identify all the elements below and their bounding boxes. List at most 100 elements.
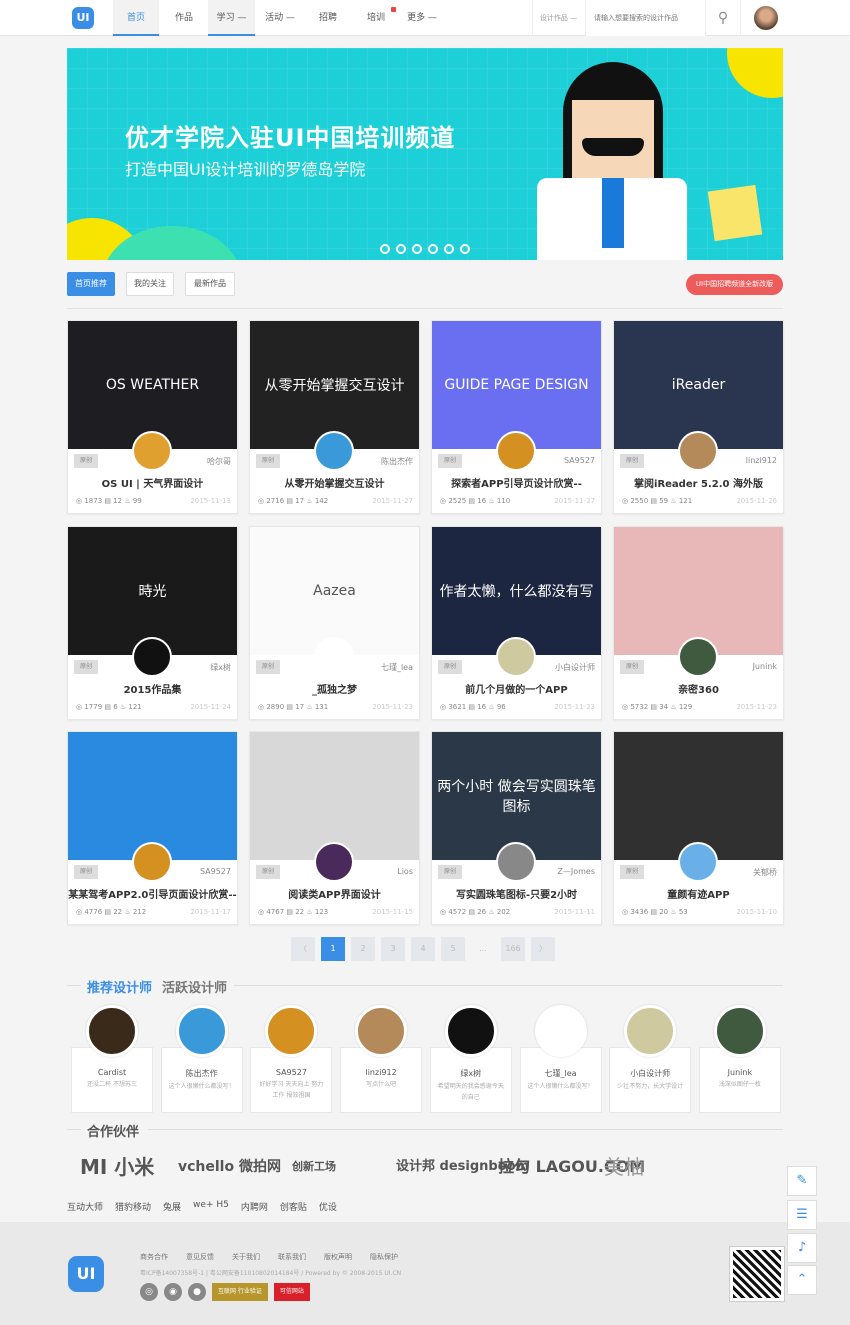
bell-icon[interactable]: ♪ (787, 1233, 817, 1263)
work-title[interactable]: 阅读类APP界面设计 (250, 886, 419, 901)
page-button[interactable]: 5 (441, 937, 465, 961)
designer-avatar[interactable] (444, 1005, 497, 1057)
author-avatar[interactable] (314, 636, 354, 677)
author-name[interactable]: 绿x树 (210, 662, 231, 673)
designer-avatar[interactable] (86, 1005, 138, 1057)
partner-logo-innovation-works[interactable]: 创新工场 (292, 1150, 336, 1184)
partner-logo-meiyou[interactable]: 美柚 (604, 1150, 644, 1184)
slide-dot[interactable] (428, 244, 438, 254)
qq-icon[interactable]: ● (188, 1283, 206, 1301)
work-title[interactable]: 写实圆珠笔图标-只要2小时 (432, 886, 601, 901)
edit-icon[interactable]: ✎ (787, 1166, 817, 1196)
work-thumbnail[interactable] (68, 732, 237, 860)
friend-link[interactable]: 猎豹移动 (115, 1200, 151, 1213)
friend-link[interactable]: 内聘网 (241, 1200, 268, 1213)
work-card[interactable]: 原创 SA9527 某某驾考APP2.0引导页面设计欣赏-- ◎ 4776 ▤ 22 … (67, 731, 238, 925)
footer-link[interactable]: 商务合作 (140, 1252, 168, 1262)
author-avatar[interactable] (314, 431, 354, 471)
trusted-site-badge[interactable]: 可信网站 (273, 1283, 310, 1301)
tab-recommended[interactable]: 首页推荐 (67, 272, 115, 296)
work-card[interactable]: OS WEATHER 原创 哈尔哥 OS UI | 天气界面设计 ◎ 1873 ▤ 12… (67, 320, 238, 514)
footer-link[interactable]: 意见反馈 (186, 1252, 214, 1262)
slide-dot[interactable] (412, 244, 422, 254)
search-input[interactable] (585, 0, 705, 36)
work-title[interactable]: 探索者APP引导页设计欣赏-- (432, 475, 601, 490)
nav-works[interactable]: 作品 (162, 0, 206, 36)
work-thumbnail[interactable]: 時光 (68, 526, 237, 655)
designer-avatar[interactable] (265, 1005, 318, 1057)
author-avatar[interactable] (132, 431, 172, 471)
work-thumbnail[interactable]: Aazea (250, 526, 419, 655)
designer-name[interactable]: Cardist (72, 1068, 152, 1077)
nav-jobs[interactable]: 招聘 (310, 0, 346, 36)
tab-latest[interactable]: 最新作品 (185, 272, 235, 296)
author-name[interactable]: Junink (753, 662, 777, 671)
weibo-icon[interactable]: ◉ (164, 1283, 182, 1301)
friend-link[interactable]: 创客贴 (280, 1200, 307, 1213)
page-button[interactable]: 3 (381, 937, 405, 961)
designer-avatar[interactable] (534, 1005, 587, 1057)
work-thumbnail[interactable]: GUIDE PAGE DESIGN (432, 321, 601, 449)
tab-active-designers[interactable]: 活跃设计师 (162, 977, 227, 996)
nav-more[interactable]: 更多 — (400, 0, 444, 36)
author-avatar[interactable] (496, 636, 536, 677)
nav-events[interactable]: 活动 — (258, 0, 302, 36)
author-avatar[interactable] (496, 431, 536, 471)
work-card[interactable]: Aazea 原创 七瑾_lea _孤独之梦 ◎ 2890 ▤ 17 ♨ 131 2015-… (249, 525, 420, 720)
work-thumbnail[interactable]: 两个小时 做会写实圆珠笔图标 (432, 732, 601, 860)
slide-dot[interactable] (460, 244, 470, 254)
work-card[interactable]: 原创 Lios 阅读类APP界面设计 ◎ 4767 ▤ 22 ♨ 123 2015-11… (249, 731, 420, 925)
author-avatar[interactable] (496, 842, 536, 882)
designer-name[interactable]: 陈出杰作 (162, 1068, 242, 1079)
designer-name[interactable]: 七瑾_lea (521, 1068, 601, 1079)
designer-name[interactable]: linzi912 (341, 1068, 421, 1077)
work-title[interactable]: 掌阅iReader 5.2.0 海外版 (614, 475, 783, 490)
search-button[interactable]: ⚲ (705, 0, 741, 36)
author-name[interactable]: 哈尔哥 (207, 456, 231, 467)
nav-training[interactable]: 培训 (358, 0, 396, 36)
footer-link[interactable]: 隐私保护 (370, 1252, 398, 1262)
work-card[interactable]: 時光 原创 绿x树 2015作品集 ◎ 1779 ▤ 6 ♨ 121 2015-11-24 (67, 525, 238, 720)
slide-dot[interactable] (396, 244, 406, 254)
author-name[interactable]: SA9527 (200, 867, 231, 876)
work-thumbnail[interactable]: 作者太懒，什么都没有写 (432, 526, 601, 655)
slide-dot[interactable] (380, 244, 390, 254)
site-logo[interactable]: UI (72, 7, 94, 29)
author-name[interactable]: 关郁桥 (753, 867, 777, 878)
industry-verify-badge[interactable]: 互联网 行业验证 (212, 1283, 268, 1301)
hero-banner[interactable]: 优才学院入驻UI中国培训频道 打造中国UI设计培训的罗德岛学院 (67, 48, 783, 260)
work-thumbnail[interactable]: OS WEATHER (68, 321, 237, 449)
author-avatar[interactable] (678, 431, 718, 471)
work-title[interactable]: 亲密360 (614, 681, 783, 696)
slide-dot[interactable] (444, 244, 454, 254)
promo-button[interactable]: UI中国招聘频道全新改版 (686, 274, 783, 295)
work-card[interactable]: GUIDE PAGE DESIGN 原创 SA9527 探索者APP引导页设计欣赏--… (431, 320, 602, 514)
work-card[interactable]: 从零开始掌握交互设计 原创 陈出杰作 从零开始掌握交互设计 ◎ 2716 ▤ 17 ♨ … (249, 320, 420, 514)
footer-link[interactable]: 版权声明 (324, 1252, 352, 1262)
designer-name[interactable]: Junink (700, 1068, 780, 1077)
partner-logo-vchello[interactable]: vchello 微拍网 (178, 1150, 281, 1184)
author-name[interactable]: Z—Jomes (557, 867, 595, 876)
page-button[interactable]: 〉 (531, 937, 555, 961)
friend-link[interactable]: we+ H5 (193, 1200, 229, 1213)
designer-name[interactable]: 绿x树 (431, 1068, 511, 1079)
user-avatar[interactable] (754, 6, 778, 30)
author-avatar[interactable] (314, 842, 354, 882)
tab-recommended-designers[interactable]: 推荐设计师 (87, 977, 152, 996)
page-button[interactable]: 166 (501, 937, 525, 961)
page-button[interactable]: 1 (321, 937, 345, 961)
designer-avatar[interactable] (624, 1005, 677, 1057)
work-card[interactable]: 作者太懒，什么都没有写 原创 小白设计师 前几个月做的一个APP ◎ 3621 ▤ 16… (431, 525, 602, 720)
author-name[interactable]: Lios (397, 867, 413, 876)
feedback-icon[interactable]: ☰ (787, 1200, 817, 1230)
partner-logo-xiaomi[interactable]: MI 小米 (80, 1150, 154, 1184)
work-card[interactable]: 两个小时 做会写实圆珠笔图标 原创 Z—Jomes 写实圆珠笔图标-只要2小时 ◎ 45… (431, 731, 602, 925)
author-avatar[interactable] (678, 842, 718, 882)
designer-name[interactable]: SA9527 (251, 1068, 331, 1077)
designer-avatar[interactable] (355, 1005, 408, 1057)
work-title[interactable]: _孤独之梦 (250, 681, 419, 696)
work-title[interactable]: 前几个月做的一个APP (432, 681, 601, 696)
nav-learn[interactable]: 学习 — (208, 0, 255, 36)
work-title[interactable]: 某某驾考APP2.0引导页面设计欣赏-- (68, 886, 237, 901)
page-button[interactable]: 4 (411, 937, 435, 961)
